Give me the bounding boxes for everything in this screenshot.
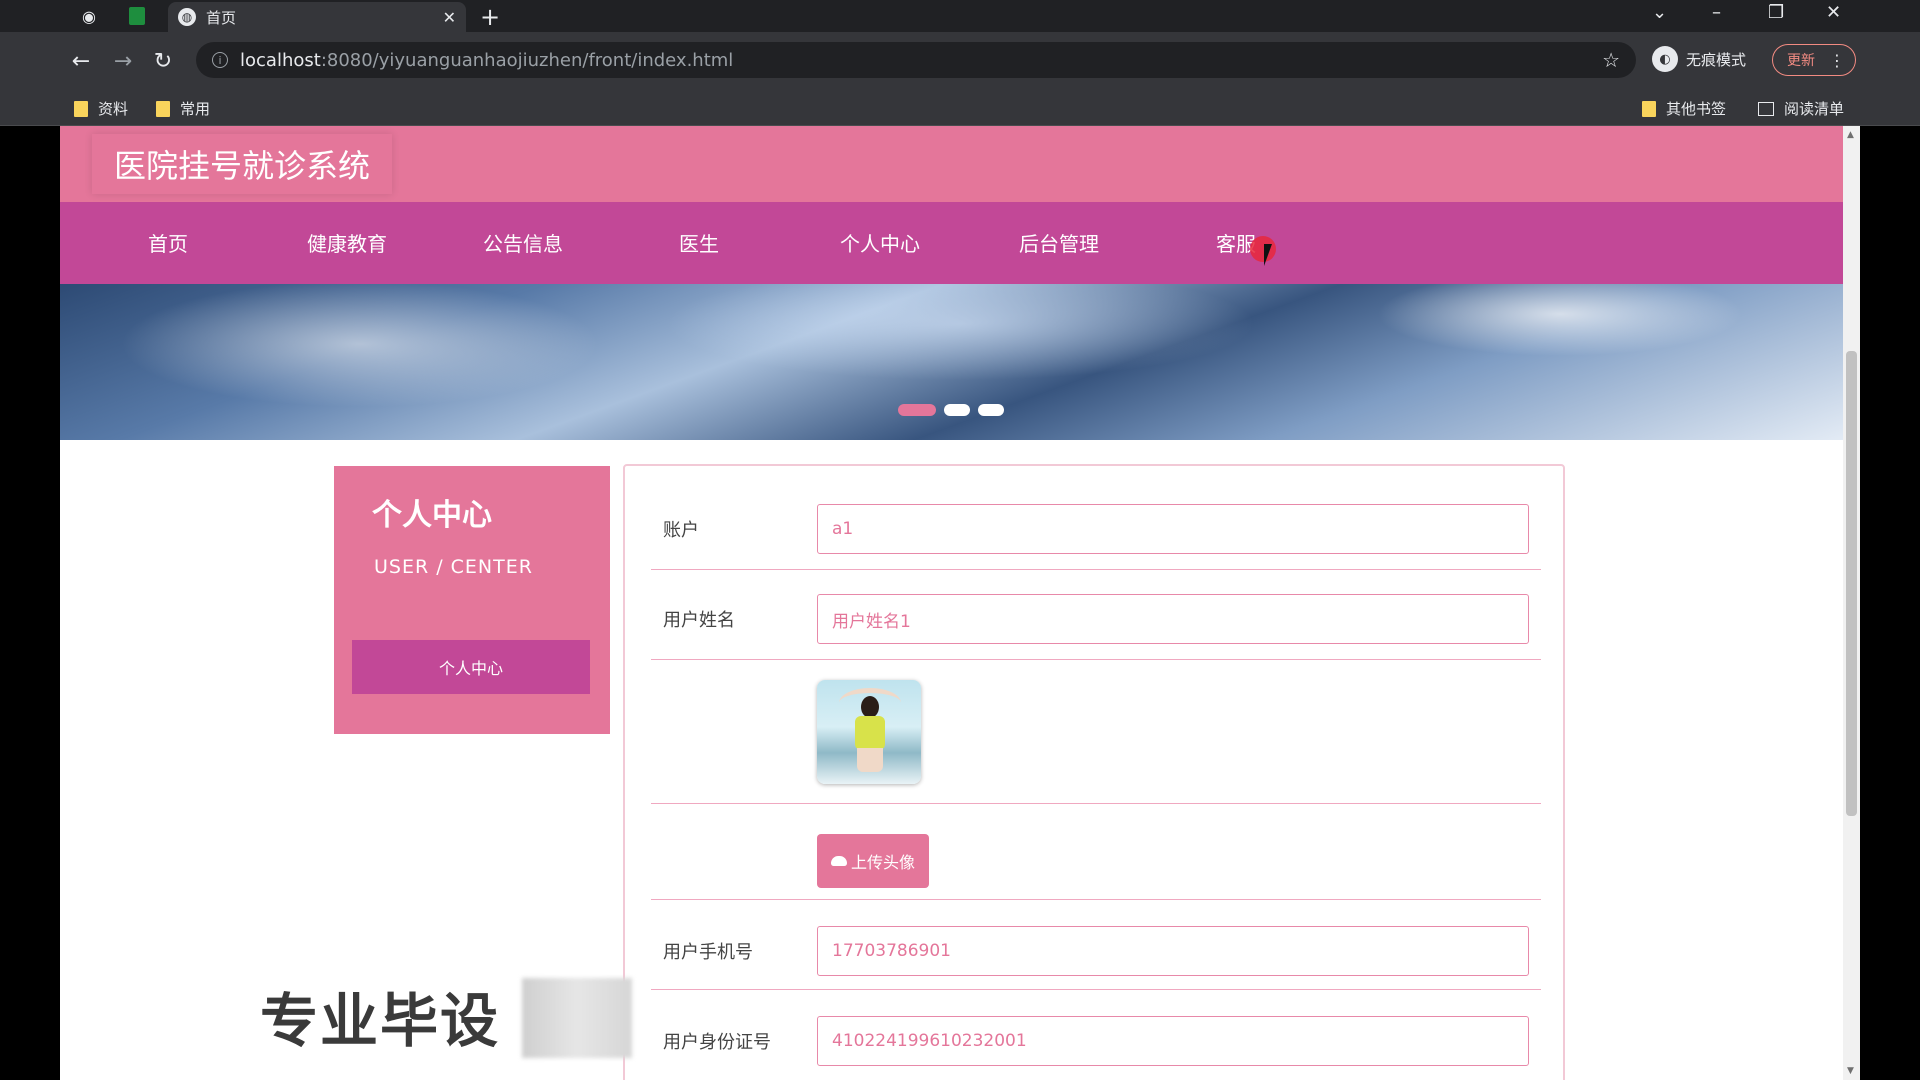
minimize-icon[interactable]: – [1712, 2, 1721, 23]
nav-user-center[interactable]: 个人中心 [840, 228, 920, 257]
nav-home[interactable]: 首页 [148, 228, 188, 257]
sidebar-heading: 个人中心 [372, 498, 492, 533]
hero-banner [60, 284, 1843, 440]
forward-arrow-icon[interactable]: → [108, 46, 138, 76]
folder-icon [1642, 100, 1656, 117]
page-viewport: 医院挂号就诊系统 首页 健康教育 公告信息 医生 个人中心 后台管理 客服 个人… [60, 126, 1860, 1080]
nav-announcements[interactable]: 公告信息 [483, 228, 563, 257]
sidebar-user-center-button[interactable]: 个人中心 [352, 640, 590, 694]
incognito-label: 无痕模式 [1686, 50, 1747, 69]
scroll-down-icon[interactable]: ▼ [1847, 1066, 1854, 1076]
nav-health-education[interactable]: 健康教育 [307, 228, 387, 257]
bookmark-label: 常用 [180, 100, 211, 118]
upload-label: 上传头像 [850, 853, 915, 872]
update-label: 更新 [1787, 53, 1815, 69]
idcard-label: 用户身份证号 [663, 1032, 771, 1053]
bookmark-folder-ziliao[interactable]: 资料 [74, 98, 128, 119]
tab-title: 首页 [206, 8, 237, 27]
sheets-app-icon[interactable] [126, 5, 148, 27]
tab-close-icon[interactable]: ✕ [443, 8, 456, 27]
tab-search-icon[interactable]: ⌄ [1652, 2, 1667, 23]
form-row-account: 账户 a1 [651, 466, 1541, 570]
nav-doctors[interactable]: 医生 [679, 228, 719, 257]
form-row-name: 用户姓名 用户姓名1 [651, 570, 1541, 660]
carousel-dot[interactable] [944, 404, 970, 416]
incognito-indicator[interactable]: ◐ 无痕模式 [1652, 46, 1746, 72]
site-header: 医院挂号就诊系统 [60, 126, 1843, 202]
new-tab-button[interactable]: + [480, 3, 500, 31]
window-close-icon[interactable]: ✕ [1826, 2, 1841, 23]
name-label: 用户姓名 [663, 610, 735, 631]
scrollbar-thumb[interactable] [1846, 351, 1857, 816]
reading-list-label: 阅读清单 [1784, 100, 1845, 118]
scroll-up-icon[interactable]: ▲ [1847, 130, 1854, 140]
form-row-upload: 上传头像 [651, 804, 1541, 900]
folder-icon [156, 100, 170, 117]
user-center-sidebar: 个人中心 USER / CENTER 个人中心 [334, 466, 610, 734]
blurred-region [522, 978, 632, 1058]
url-host: localhost [240, 49, 321, 71]
idcard-field[interactable]: 410224199610232001 [817, 1016, 1529, 1066]
watermark-text: 专业毕设 [260, 987, 501, 1055]
browser-menu-icon[interactable]: ◉ [78, 5, 100, 27]
form-row-avatar [651, 660, 1541, 804]
sidebar-subheading: USER / CENTER [374, 556, 533, 578]
back-arrow-icon[interactable]: ← [66, 46, 96, 76]
site-info-icon[interactable]: i [212, 52, 228, 68]
site-title[interactable]: 医院挂号就诊系统 [92, 134, 393, 194]
phone-label: 用户手机号 [663, 942, 753, 963]
reading-list-icon [1758, 101, 1774, 116]
main-nav: 首页 健康教育 公告信息 医生 个人中心 后台管理 客服 [60, 202, 1843, 284]
carousel-dot[interactable] [978, 404, 1004, 416]
mouse-cursor-icon [1264, 244, 1272, 266]
bookmark-star-icon[interactable]: ☆ [1602, 48, 1620, 72]
address-bar[interactable]: i localhost :8080/yiyuanguanhaojiuzhen/f… [196, 42, 1636, 78]
bookmark-folder-changyong[interactable]: 常用 [156, 98, 210, 119]
phone-field[interactable]: 17703786901 [817, 926, 1529, 976]
form-row-idcard: 用户身份证号 410224199610232001 [651, 990, 1541, 1080]
other-bookmarks[interactable]: 其他书签 [1642, 98, 1726, 119]
incognito-icon: ◐ [1652, 46, 1678, 72]
bookmarks-bar: 资料 常用 其他书签 阅读清单 [0, 88, 1920, 126]
carousel-indicators [898, 404, 1004, 416]
nav-admin[interactable]: 后台管理 [1019, 228, 1099, 257]
click-indicator [1250, 236, 1276, 262]
browser-tab-bar: ◉ ◍ 首页 ✕ + ⌄ – ❐ ✕ [0, 0, 1920, 32]
restore-icon[interactable]: ❐ [1768, 2, 1784, 23]
cloud-upload-icon [830, 856, 847, 866]
globe-icon: ◍ [178, 8, 196, 26]
browser-toolbar: ← → ↻ i localhost :8080/yiyuanguanhaojiu… [0, 32, 1920, 88]
other-bookmarks-label: 其他书签 [1666, 100, 1727, 118]
avatar [817, 680, 921, 784]
more-menu-icon[interactable]: ⋮ [1829, 51, 1845, 70]
url-path: :8080/yiyuanguanhaojiuzhen/front/index.h… [320, 49, 734, 71]
bookmark-label: 资料 [98, 100, 129, 118]
form-row-phone: 用户手机号 17703786901 [651, 900, 1541, 990]
profile-form: 账户 a1 用户姓名 用户姓名1 上传头像 用户手机号 17703786901 [623, 464, 1565, 1080]
reading-list[interactable]: 阅读清单 [1758, 98, 1844, 119]
update-button[interactable]: 更新 ⋮ [1772, 44, 1856, 76]
carousel-dot-active[interactable] [898, 404, 936, 416]
folder-icon [74, 100, 88, 117]
page-scrollbar[interactable]: ▲ ▼ [1843, 126, 1860, 1080]
account-field[interactable]: a1 [817, 504, 1529, 554]
reload-icon[interactable]: ↻ [148, 46, 178, 76]
account-label: 账户 [663, 520, 699, 541]
active-tab[interactable]: ◍ 首页 ✕ [168, 2, 466, 32]
name-field[interactable]: 用户姓名1 [817, 594, 1529, 644]
upload-avatar-button[interactable]: 上传头像 [817, 834, 929, 888]
